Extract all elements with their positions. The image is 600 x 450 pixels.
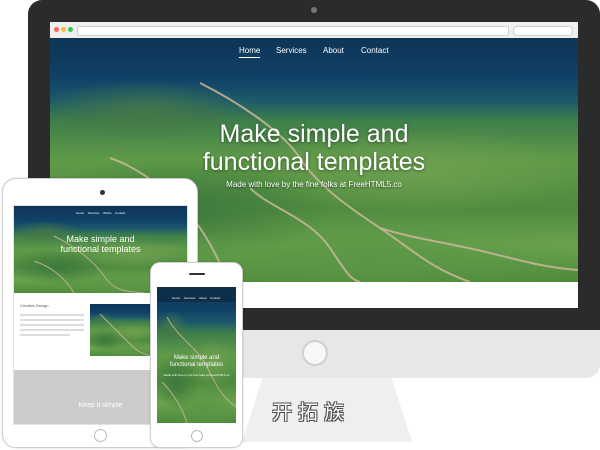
camera-icon [311,7,317,13]
browser-toolbar [50,22,578,39]
tablet-text-line [20,334,70,336]
phone-hero-title-line1: Make simple and [173,355,220,361]
phone-speaker [189,273,205,275]
tablet-nav-services[interactable]: Services [88,211,100,215]
watermark-text: 开拓族 [272,400,350,424]
tablet-nav-contact[interactable]: Contact [115,211,125,215]
phone-nav-bar [157,287,236,302]
address-bar[interactable] [77,26,509,36]
hero-title-line2: functional templates [202,148,426,176]
phone-hero-title: Make simple and functional templates [157,355,236,369]
tablet-hero-title: Make simple and functional templates [14,234,187,254]
nav-services[interactable]: Services [276,46,307,55]
phone-nav-contact[interactable]: Contact [210,296,220,300]
close-dot-icon[interactable] [54,27,59,32]
phone-nav-home[interactable]: Home [172,296,180,300]
tablet-text-line [20,324,84,326]
phone-device: Home Services About Contact Make simple … [150,262,243,448]
phone-nav-about[interactable]: About [199,296,207,300]
tablet-section-title: Creative Design [20,303,49,308]
apple-logo-icon [302,340,328,366]
hero-title: Make simple and functional templates [50,120,578,176]
phone-screen: Home Services About Contact Make simple … [157,287,236,423]
phone-hero-subtitle: Made with love by the fine folks at Free… [163,373,230,377]
nav-contact[interactable]: Contact [361,46,389,55]
nav-home[interactable]: Home [239,46,261,58]
tablet-text-line [20,314,84,316]
tablet-image-roads [99,313,152,356]
tablet-nav-home[interactable]: Home [76,211,84,215]
minimize-dot-icon[interactable] [61,27,66,32]
phone-home-button[interactable] [191,430,203,442]
tablet-section-image [90,304,152,356]
maximize-dot-icon[interactable] [68,27,73,32]
tablet-text-line [20,329,84,331]
tablet-home-button[interactable] [94,429,107,442]
tablet-camera-icon [100,190,105,195]
phone-hero-title-line2: functional templates [169,362,224,368]
browser-search-field[interactable] [513,26,573,36]
tablet-text-line [20,319,84,321]
tablet-nav-works[interactable]: Works [103,211,111,215]
phone-nav-services[interactable]: Services [184,296,196,300]
hero-title-line1: Make simple and [219,120,409,148]
nav-about[interactable]: About [323,46,344,55]
tablet-hero-title-line1: Make simple and [66,234,135,244]
tablet-hero-title-line2: functional templates [60,244,141,254]
